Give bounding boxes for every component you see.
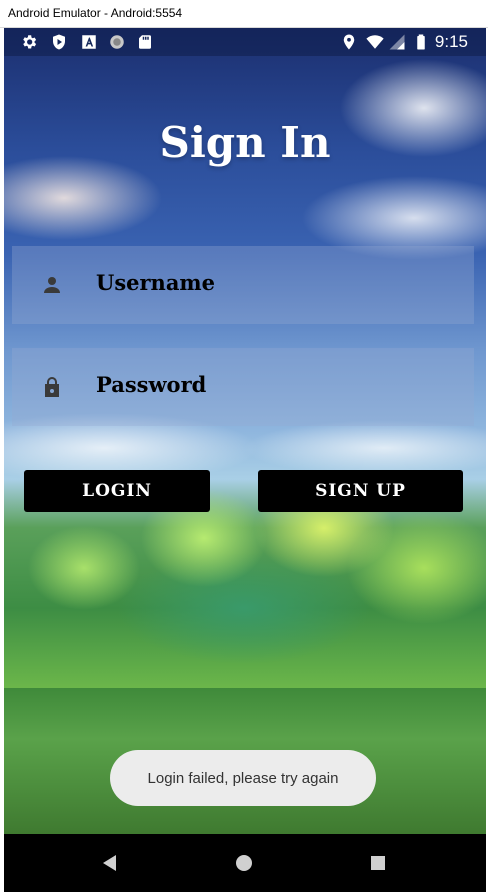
shield-icon xyxy=(53,34,65,50)
username-placeholder: Username xyxy=(96,270,216,295)
device-screen: 9:15 Sign In Username Password LOGIN SIG… xyxy=(4,28,486,892)
sd-card-icon xyxy=(139,35,151,49)
password-field[interactable]: Password xyxy=(12,348,474,426)
login-button[interactable]: LOGIN xyxy=(24,470,210,512)
circle-icon xyxy=(110,35,124,49)
location-icon xyxy=(343,34,355,50)
person-icon xyxy=(44,277,60,293)
page-title: Sign In xyxy=(159,118,331,167)
navigation-bar xyxy=(4,834,486,892)
clock: 9:15 xyxy=(434,32,468,51)
sign-up-button[interactable]: SIGN UP xyxy=(258,470,463,512)
status-bar: 9:15 xyxy=(4,28,486,56)
password-placeholder: Password xyxy=(96,372,207,397)
username-field[interactable]: Username xyxy=(12,246,474,324)
gear-icon xyxy=(23,35,37,49)
window-titlebar: Android Emulator - Android:5554 xyxy=(0,0,488,28)
home-icon[interactable] xyxy=(232,851,256,875)
wifi-icon xyxy=(366,35,384,49)
battery-icon xyxy=(417,34,425,50)
recents-icon[interactable] xyxy=(366,851,390,875)
lock-icon xyxy=(45,377,59,397)
back-icon[interactable] xyxy=(98,851,122,875)
window-title: Android Emulator - Android:5554 xyxy=(8,6,183,20)
a-icon xyxy=(82,35,96,49)
toast-message: Login failed, please try again xyxy=(110,750,376,806)
signal-icon xyxy=(389,34,405,50)
